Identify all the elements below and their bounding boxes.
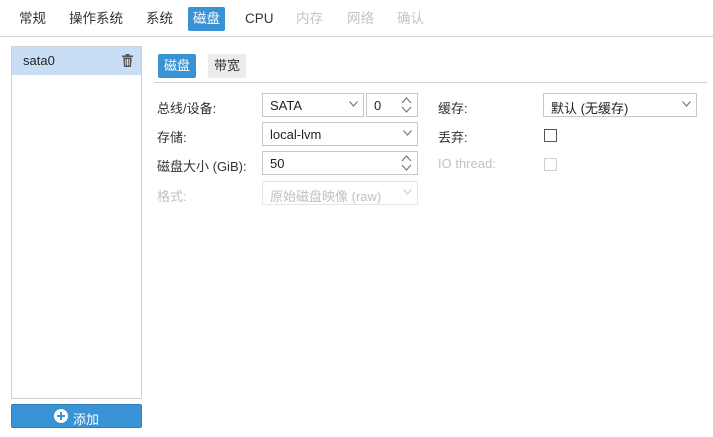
tab-system[interactable]: 系统 [142,7,177,31]
trash-icon[interactable] [122,54,133,67]
disk-item-label: sata0 [23,53,55,68]
subtab-disk[interactable]: 磁盘 [158,54,197,78]
tab-memory: 内存 [296,11,323,26]
add-disk-label: 添加 [73,412,100,427]
chevron-down-icon [403,189,412,197]
cache-select[interactable]: 默认 (无缓存) [543,93,697,117]
storage-value: local-lvm [270,127,322,142]
tab-disks[interactable]: 磁盘 [188,7,225,31]
storage-label: 存储: [157,130,187,145]
chevron-down-icon [403,130,412,138]
spinner-arrows-icon[interactable] [401,96,412,114]
tab-general[interactable]: 常规 [15,7,50,31]
chevron-down-icon [349,101,358,109]
disk-size-spinner[interactable]: 50 [262,151,418,175]
io-thread-checkbox [544,158,557,171]
spinner-arrows-icon[interactable] [401,154,412,172]
disk-subtab-bar: 磁盘 带宽 [154,52,707,83]
discard-checkbox[interactable] [544,129,557,142]
subtab-bandwidth[interactable]: 带宽 [208,54,247,78]
disk-list: sata0 [11,46,142,399]
format-value: 原始磁盘映像 (raw) [270,189,382,204]
io-thread-label: IO thread: [438,156,496,171]
bus-device-label: 总线/设备: [157,101,217,116]
discard-label: 丢弃: [438,130,468,145]
cache-value: 默认 (无缓存) [551,101,629,116]
device-number-value: 0 [374,98,382,113]
device-number-spinner[interactable]: 0 [366,93,418,117]
tab-confirm: 确认 [397,11,424,26]
cache-label: 缓存: [438,101,468,116]
bus-value: SATA [270,98,303,113]
chevron-down-icon [682,101,691,109]
wizard-tab-bar: 常规 操作系统 系统 磁盘 CPU 内存 网络 确认 [0,0,713,37]
plus-circle-icon [54,409,68,423]
tab-cpu[interactable]: CPU [241,7,278,31]
tab-os[interactable]: 操作系统 [65,7,127,31]
add-disk-button[interactable]: 添加 [11,404,142,428]
disk-list-item-sata0[interactable]: sata0 [12,47,141,75]
storage-select[interactable]: local-lvm [262,122,418,146]
format-label: 格式: [157,189,187,204]
disk-size-label: 磁盘大小 (GiB): [157,159,247,174]
format-select: 原始磁盘映像 (raw) [262,181,418,205]
bus-select[interactable]: SATA [262,93,364,117]
tab-network: 网络 [347,11,374,26]
disk-size-value: 50 [270,156,285,171]
